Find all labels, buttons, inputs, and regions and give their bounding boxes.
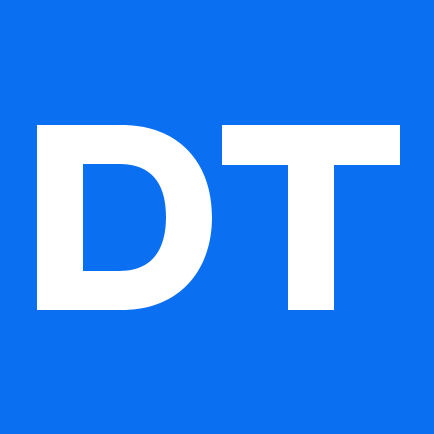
app-icon-tile: DT xyxy=(0,0,434,434)
logo-letter-t xyxy=(222,125,400,310)
logo-letter-d xyxy=(37,125,212,310)
dt-logo-mark xyxy=(37,125,400,310)
